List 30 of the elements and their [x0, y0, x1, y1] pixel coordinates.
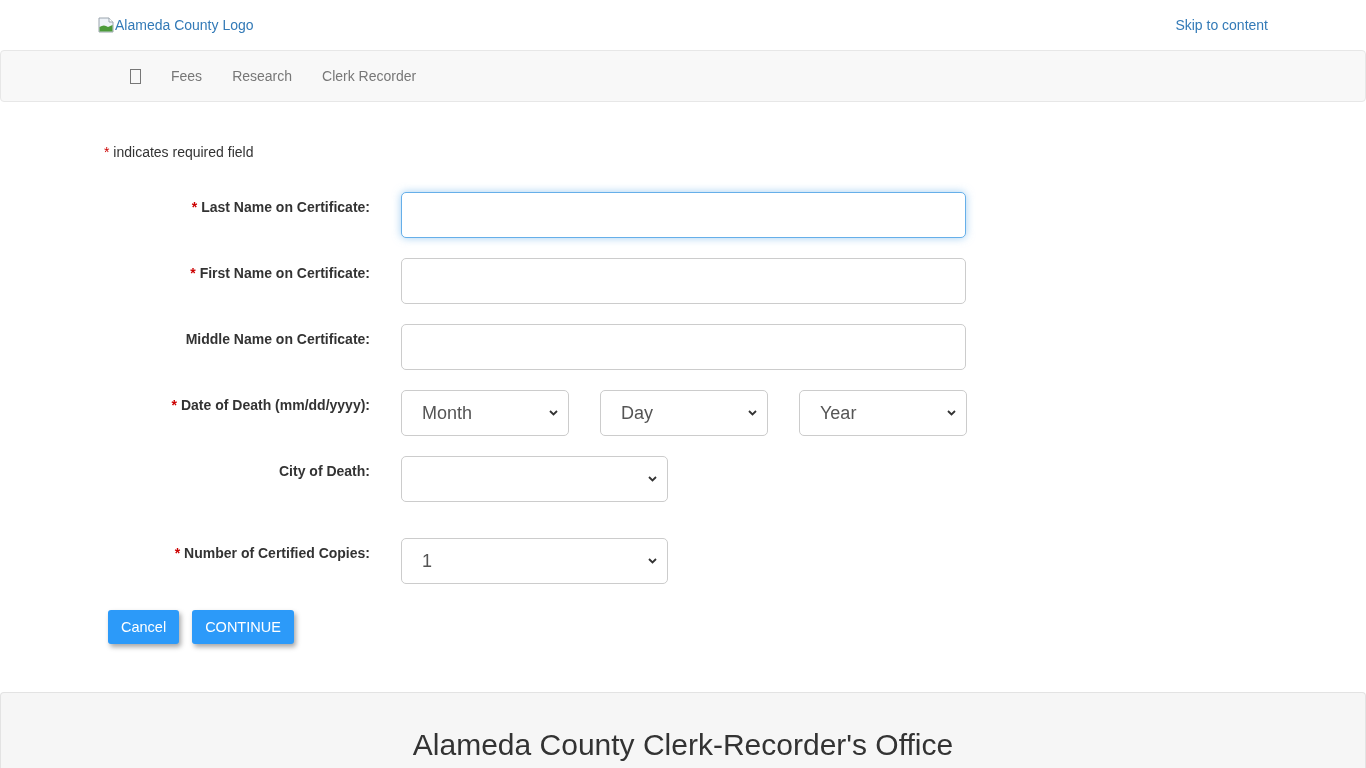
text-input[interactable]	[401, 192, 966, 238]
nav-link[interactable]: Fees	[156, 51, 218, 101]
field-label: Middle Name on Certificate:	[185, 330, 370, 349]
field-label: * Number of Certified Copies:	[174, 544, 370, 563]
continue-button[interactable]: CONTINUE	[192, 610, 294, 644]
footer-title: Alameda County Clerk-Recorder's Office	[412, 727, 954, 763]
cancel-button[interactable]: Cancel	[108, 610, 180, 644]
field-label: * First Name on Certificate:	[190, 264, 370, 283]
text-input[interactable]	[401, 324, 966, 370]
nav-link[interactable]: Clerk Recorder	[307, 51, 432, 101]
chevron-down-icon	[549, 410, 558, 416]
chevron-down-icon	[947, 410, 956, 416]
field-label: * Last Name on Certificate:	[191, 198, 370, 217]
chevron-down-icon	[748, 410, 757, 416]
skip-link[interactable]: Skip to content	[1175, 16, 1268, 34]
dropdown[interactable]	[401, 456, 668, 502]
chevron-down-icon	[648, 476, 657, 482]
logo-link[interactable]: Alameda County Logo	[98, 16, 254, 34]
text-input[interactable]	[401, 258, 966, 304]
dropdown[interactable]: Day	[600, 390, 768, 436]
dropdown[interactable]: Month	[401, 390, 569, 436]
field-label: City of Death:	[279, 462, 370, 481]
nav-link[interactable]: Research	[217, 51, 308, 101]
dropdown[interactable]: 1	[401, 538, 668, 584]
broken-image-icon	[98, 17, 114, 33]
dropdown[interactable]: Year	[799, 390, 967, 436]
required-note: * indicates required field	[104, 143, 254, 162]
chevron-down-icon	[648, 558, 657, 564]
field-label: * Date of Death (mm/dd/yyyy):	[171, 396, 370, 415]
rectangle-icon	[130, 68, 141, 84]
